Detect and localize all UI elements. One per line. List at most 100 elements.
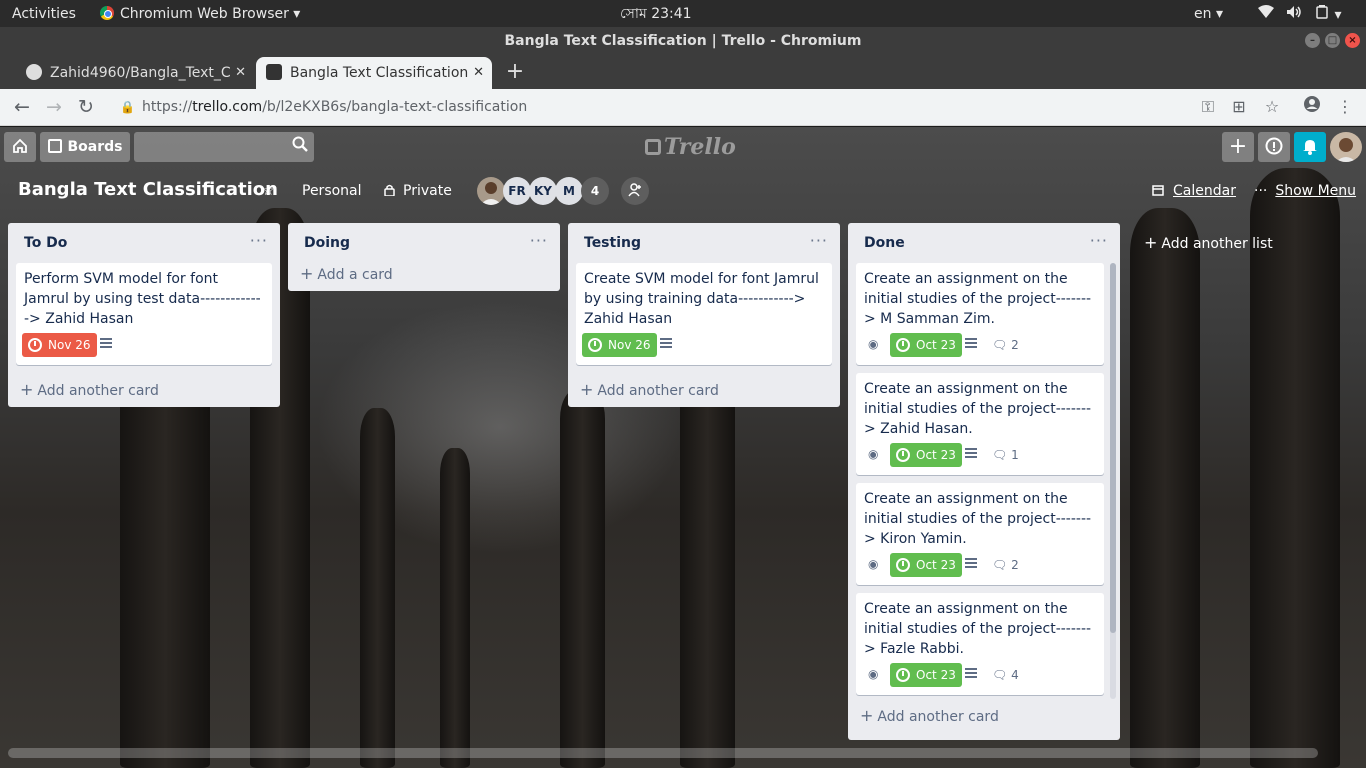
card-title: Create SVM model for font Jamrul by usin… [584,271,819,327]
list-title[interactable]: Testing [584,235,641,251]
home-button[interactable] [4,132,36,162]
browser-menu-icon[interactable]: ⋮ [1334,95,1356,119]
member-avatar-photo[interactable] [477,177,505,205]
add-card-button[interactable]: + Add another card [8,373,280,407]
watch-eye-icon: ◉ [868,447,879,461]
clock[interactable]: সোম 23:41 [620,5,692,23]
boards-button[interactable]: Boards [40,132,130,162]
list-title[interactable]: Done [864,235,905,251]
trello-logo[interactable]: Trello [645,134,736,160]
list-menu-icon[interactable]: ··· [530,231,548,250]
list-menu-icon[interactable]: ··· [1090,231,1108,250]
tab-trello[interactable]: Bangla Text Classification ✕ [256,57,492,89]
search-icon[interactable] [292,132,308,162]
background-tree [560,388,605,768]
info-button[interactable] [1258,132,1290,162]
reload-icon[interactable]: ↻ [74,95,98,119]
app-menu-label: Chromium Web Browser [120,6,289,22]
add-card-label: Add another card [877,709,999,725]
app-menu[interactable]: Chromium Web Browser ▾ [100,5,300,23]
key-icon[interactable]: ⚿ [1197,95,1219,119]
board-horizontal-scrollbar[interactable] [8,748,1318,758]
power-menu[interactable]: ▾ [1316,5,1341,23]
due-date-badge[interactable]: Oct 23 [890,663,962,687]
trello-logo-text: Trello [664,134,736,160]
scrollbar-thumb[interactable] [1110,263,1116,633]
list-scrollbar[interactable] [1110,263,1116,699]
close-tab-icon[interactable]: ✕ [235,57,246,89]
due-date-badge[interactable]: Nov 26 [582,333,657,357]
background-tree [360,408,395,768]
translate-icon[interactable]: ⊞ [1228,95,1250,119]
member-avatar[interactable]: M [555,177,583,205]
notifications-button[interactable] [1294,132,1326,162]
lock-icon [384,184,395,197]
forward-icon[interactable]: → [42,95,66,119]
search-input[interactable] [134,132,314,162]
list-menu-icon[interactable]: ··· [250,231,268,250]
due-date-label: Nov 26 [48,338,91,352]
due-date-badge[interactable]: Oct 23 [890,333,962,357]
add-card-button[interactable]: + Add another card [848,699,1120,733]
card[interactable]: Create an assignment on the initial stud… [856,373,1104,475]
list-doing[interactable]: Doing ··· + Add a card [288,223,560,291]
tab-label: Bangla Text Classification [290,65,469,81]
bookmark-star-icon[interactable]: ☆ [1261,95,1283,119]
card[interactable]: Create an assignment on the initial stud… [856,483,1104,585]
star-board-icon[interactable]: ☆ [262,183,275,199]
member-avatar[interactable]: KY [529,177,557,205]
list-cards-scroll[interactable]: Create an assignment on the initial stud… [848,263,1120,699]
card[interactable]: Perform SVM model for font Jamrul by usi… [16,263,272,365]
activities-button[interactable]: Activities [12,5,76,23]
member-avatar[interactable]: FR [503,177,531,205]
language-indicator[interactable]: en ▾ [1194,5,1223,23]
calendar-button[interactable]: Calendar [1152,183,1236,199]
address-bar[interactable]: 🔒 https://trello.com/b/l2eKXB6s/bangla-te… [112,93,1252,122]
boards-label: Boards [67,139,123,155]
list-menu-icon[interactable]: ··· [810,231,828,250]
card[interactable]: Create SVM model for font Jamrul by usin… [576,263,832,365]
chromium-icon [100,6,114,20]
board-title[interactable]: Bangla Text Classification [18,179,278,200]
volume-icon[interactable] [1286,5,1302,23]
language-label: en [1194,6,1212,22]
list-testing[interactable]: Testing ··· Create SVM model for font Ja… [568,223,840,407]
create-button[interactable]: + [1222,132,1254,162]
card[interactable]: Create an assignment on the initial stud… [856,263,1104,365]
profile-icon[interactable] [1301,95,1323,119]
comment-icon: 🗨 [992,338,1008,352]
back-icon[interactable]: ← [10,95,34,119]
minimize-button[interactable]: – [1305,33,1320,48]
battery-icon [1316,5,1328,19]
add-list-button[interactable]: + Add another list [1144,233,1273,252]
list-title[interactable]: To Do [24,235,67,251]
due-date-label: Oct 23 [916,558,956,572]
visibility-button[interactable]: Private [384,183,452,199]
show-menu-button[interactable]: ··· Show Menu [1254,183,1356,199]
due-date-badge[interactable]: Nov 26 [22,333,97,357]
card[interactable]: Create an assignment on the initial stud… [856,593,1104,695]
list-title[interactable]: Doing [304,235,350,251]
due-date-badge[interactable]: Oct 23 [890,553,962,577]
new-tab-icon[interactable]: + [505,57,525,87]
member-count[interactable]: 4 [581,177,609,205]
maximize-button[interactable]: □ [1325,33,1340,48]
comment-count-value: 1 [1011,448,1019,462]
list-to-do[interactable]: To Do ··· Perform SVM model for font Jam… [8,223,280,407]
close-window-button[interactable]: × [1345,33,1360,48]
card-badges: Nov 26 [582,333,824,357]
due-date-badge[interactable]: Oct 23 [890,443,962,467]
user-avatar[interactable] [1330,132,1362,162]
visibility-label: Private [403,183,452,199]
list-done[interactable]: Done ··· Create an assignment on the ini… [848,223,1120,740]
lock-icon[interactable]: 🔒 [120,93,135,122]
description-icon [965,668,977,680]
card-title: Create an assignment on the initial stud… [864,271,1092,327]
close-tab-icon[interactable]: ✕ [473,57,484,89]
team-button[interactable]: Personal [302,183,362,199]
due-date-label: Oct 23 [916,668,956,682]
tab-github[interactable]: Zahid4960/Bangla_Text_C ✕ [16,57,254,89]
add-card-button[interactable]: + Add another card [568,373,840,407]
invite-member-icon[interactable] [621,177,649,205]
wifi-icon[interactable] [1258,5,1274,23]
